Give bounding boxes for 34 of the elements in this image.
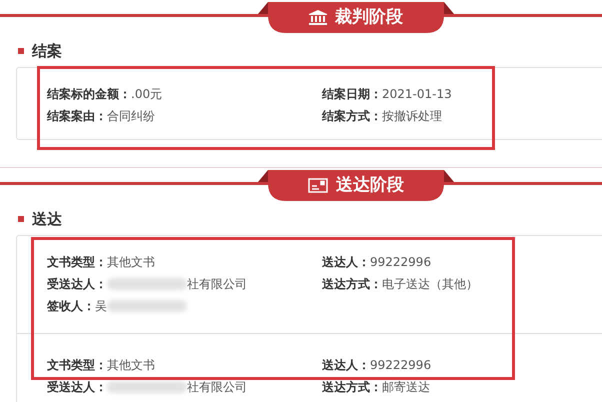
field-value: 其他文书 [107, 357, 155, 374]
field-label: 文书类型： [47, 357, 107, 374]
courthouse-icon [309, 10, 327, 26]
field-label: 签收人： [47, 298, 95, 315]
field-value: .00元 [131, 86, 162, 103]
field-value: 社有限公司 [187, 379, 247, 396]
field-value: 2021-01-13 [382, 86, 452, 103]
field-value: 99222996 [370, 254, 432, 271]
square-bullet-icon [18, 48, 24, 54]
field-label: 受送达人： [47, 379, 107, 396]
field-label: 结案标的金额： [47, 86, 131, 103]
section-title: 结案 [32, 40, 62, 62]
stage-title: 裁判阶段 [335, 6, 403, 29]
field-label: 结案方式： [322, 108, 382, 125]
square-bullet-icon [18, 216, 24, 222]
field-value: 按撤诉处理 [382, 108, 442, 125]
field-value: 社有限公司 [187, 276, 247, 293]
field-value: 99222996 [370, 357, 432, 374]
field-label: 送达方式： [322, 379, 382, 396]
field-label: 送达方式： [322, 276, 382, 293]
field-label: 文书类型： [47, 254, 107, 271]
section-title: 送达 [32, 208, 62, 230]
field-label: 结案案由： [47, 108, 107, 125]
field-value: 其他文书 [107, 254, 155, 271]
field-label: 送达人： [322, 254, 370, 271]
field-label: 受送达人： [47, 276, 107, 293]
field-label: 送达人： [322, 357, 370, 374]
field-value: 电子送达（其他） [382, 276, 478, 293]
field-value: 合同纠纷 [107, 108, 155, 125]
field-label: 结案日期： [322, 86, 382, 103]
field-value: 邮寄送达 [382, 379, 430, 396]
field-value: 吴 [95, 298, 107, 315]
stage-title: 送达阶段 [336, 174, 404, 197]
envelope-icon [308, 178, 328, 193]
